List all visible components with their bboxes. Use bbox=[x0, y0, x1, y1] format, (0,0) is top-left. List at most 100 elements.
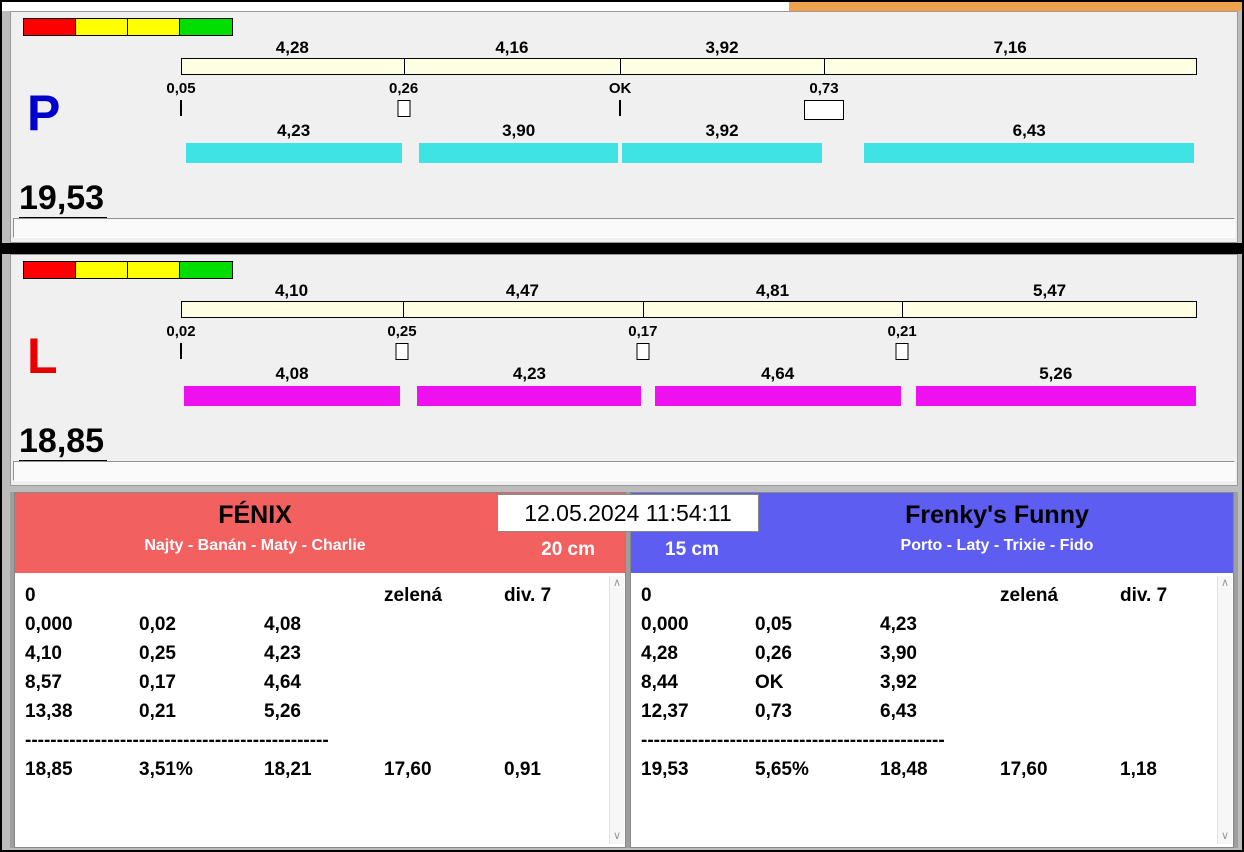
table-cell bbox=[755, 585, 880, 614]
changeover-marker-box bbox=[397, 100, 411, 117]
run-bars-row bbox=[181, 143, 1197, 163]
split-time-label: 4,16 bbox=[495, 38, 529, 57]
segment-divider-tick bbox=[823, 59, 825, 74]
changeover-marker-box bbox=[395, 343, 409, 360]
table-cell: div. 7 bbox=[504, 585, 552, 606]
split-time-label: 4,28 bbox=[275, 38, 309, 57]
run-time-label: 4,23 bbox=[277, 121, 311, 140]
changeover-time-label: 0,05 bbox=[166, 80, 196, 97]
table-scrollbar[interactable]: ∧ ∨ bbox=[1217, 576, 1232, 844]
table-cell: 17,60 bbox=[384, 759, 432, 780]
table-cell: 4,08 bbox=[264, 614, 301, 635]
table-cell: 6,43 bbox=[880, 701, 917, 722]
changeover-time-label: OK bbox=[608, 80, 632, 97]
team-name: FÉNIX bbox=[218, 501, 292, 529]
table-cell bbox=[384, 643, 504, 672]
table-cell: 4,10 bbox=[25, 643, 62, 664]
lane-chart-l: 4,10 4,47 4,81 5,47 0,02 0,25 0,17 0,21 4,08 4,… bbox=[166, 255, 1197, 485]
table-cell: 4,23 bbox=[264, 643, 301, 664]
table-row: 0,000 0,02 4,08 bbox=[25, 614, 625, 643]
changeover-time-label: 0,17 bbox=[628, 323, 658, 340]
scroll-up-icon[interactable]: ∧ bbox=[1221, 578, 1229, 589]
table-cell bbox=[384, 701, 504, 730]
split-time-bar bbox=[181, 58, 1197, 75]
changeover-marker-tick bbox=[180, 100, 182, 116]
legend-color-block bbox=[76, 262, 128, 278]
team-results-area: 0 zelená div. 7 0,000 0,05 4,23 4,28 0,26 3,90 8,… bbox=[631, 573, 1233, 847]
table-cell bbox=[139, 585, 264, 614]
team-name: Frenky's Funny bbox=[905, 501, 1089, 529]
table-cell: 0,73 bbox=[755, 701, 792, 722]
changeover-time-label: 0,25 bbox=[387, 323, 417, 340]
changeover-time-label: 0,73 bbox=[809, 80, 839, 97]
legend-color-block bbox=[24, 262, 76, 278]
lane-divider-band bbox=[2, 243, 1242, 254]
run-time-label: 5,26 bbox=[1039, 364, 1073, 383]
table-cell: 13,38 bbox=[25, 701, 73, 722]
table-cell: 0,21 bbox=[139, 701, 176, 722]
table-cell: zelená bbox=[384, 585, 443, 606]
changeover-marker-box bbox=[636, 343, 650, 360]
table-cell: 0,02 bbox=[139, 614, 176, 635]
run-bar-segment bbox=[419, 143, 619, 163]
table-cell: 12,37 bbox=[641, 701, 689, 722]
top-strip-right bbox=[789, 2, 1242, 11]
table-row: 4,10 0,25 4,23 bbox=[25, 643, 625, 672]
changeover-time-label: 0,02 bbox=[166, 323, 196, 340]
split-time-labels-row: 4,28 4,16 3,92 7,16 bbox=[181, 38, 1197, 57]
run-time-label: 3,90 bbox=[502, 121, 536, 140]
run-bar-segment bbox=[417, 386, 642, 406]
run-bar-segment bbox=[916, 386, 1196, 406]
split-time-label: 4,81 bbox=[755, 281, 790, 300]
team-results-table: 0 zelená div. 7 0,000 0,02 4,08 4,10 0,25 4,23 8,… bbox=[25, 585, 625, 788]
table-cell: 0,17 bbox=[139, 672, 176, 693]
changeover-labels-row: 0,02 0,25 0,17 0,21 bbox=[166, 323, 1197, 340]
segment-divider-tick bbox=[901, 302, 903, 317]
table-cell: 0,26 bbox=[755, 643, 792, 664]
team-results-table: 0 zelená div. 7 0,000 0,05 4,23 4,28 0,26 3,90 8,… bbox=[641, 585, 1233, 788]
lane-status-strip-p bbox=[13, 218, 1235, 238]
table-cell: 18,21 bbox=[264, 759, 312, 780]
lane-letter-l: L bbox=[27, 328, 58, 384]
changeover-time-label: 0,21 bbox=[887, 323, 917, 340]
table-row: 0,000 0,05 4,23 bbox=[641, 614, 1233, 643]
run-time-labels-row: 4,08 4,23 4,64 5,26 bbox=[181, 364, 1197, 383]
table-cell: 3,51% bbox=[139, 759, 193, 780]
table-cell: zelená bbox=[1000, 585, 1059, 606]
table-scrollbar[interactable]: ∧ ∨ bbox=[609, 576, 624, 844]
changeover-labels-row: 0,05 0,26 OK 0,73 bbox=[166, 80, 1197, 97]
table-cell bbox=[1000, 701, 1120, 730]
scroll-down-icon[interactable]: ∨ bbox=[613, 831, 621, 842]
table-cell: 0 bbox=[641, 585, 652, 606]
table-cell bbox=[1000, 672, 1120, 701]
table-cell: OK bbox=[755, 672, 784, 693]
table-total-row: 18,85 3,51% 18,21 17,60 0,91 bbox=[25, 759, 625, 788]
legend-color-block bbox=[24, 19, 76, 35]
lane-total-time-l: 18,85 bbox=[19, 422, 108, 463]
table-cell: 3,92 bbox=[880, 672, 917, 693]
lane-panel-p: P 4,28 4,16 3,92 7,16 0,05 0,26 OK 0,73 4,23 3,… bbox=[10, 11, 1238, 243]
table-cell: 5,65% bbox=[755, 759, 809, 780]
jump-height-label: 15 cm bbox=[665, 539, 719, 560]
run-bar-segment bbox=[622, 143, 822, 163]
table-cell: 17,60 bbox=[1000, 759, 1048, 780]
table-row: 8,57 0,17 4,64 bbox=[25, 672, 625, 701]
table-cell: 0,000 bbox=[25, 614, 73, 635]
run-bars-row bbox=[181, 386, 1197, 406]
table-cell: 19,53 bbox=[641, 759, 689, 780]
run-bar-segment bbox=[654, 386, 901, 406]
table-cell: 18,48 bbox=[880, 759, 928, 780]
scroll-down-icon[interactable]: ∨ bbox=[1221, 831, 1229, 842]
window-top-strip bbox=[2, 2, 1242, 11]
table-cell: 18,85 bbox=[25, 759, 73, 780]
scroll-up-icon[interactable]: ∧ bbox=[613, 578, 621, 589]
table-cell bbox=[384, 614, 504, 643]
table-cell bbox=[1000, 643, 1120, 672]
run-bar-segment bbox=[863, 143, 1195, 163]
team-panel-left: FÉNIX Najty - Banán - Maty - Charlie 20 … bbox=[14, 492, 626, 848]
changeover-marks-row bbox=[180, 100, 1197, 122]
lane-letter-p: P bbox=[27, 85, 61, 141]
lane-chart-p: 4,28 4,16 3,92 7,16 0,05 0,26 OK 0,73 4,23 3,90… bbox=[166, 12, 1197, 242]
table-row: 0 zelená div. 7 bbox=[25, 585, 625, 614]
changeover-marker-box bbox=[895, 343, 909, 360]
